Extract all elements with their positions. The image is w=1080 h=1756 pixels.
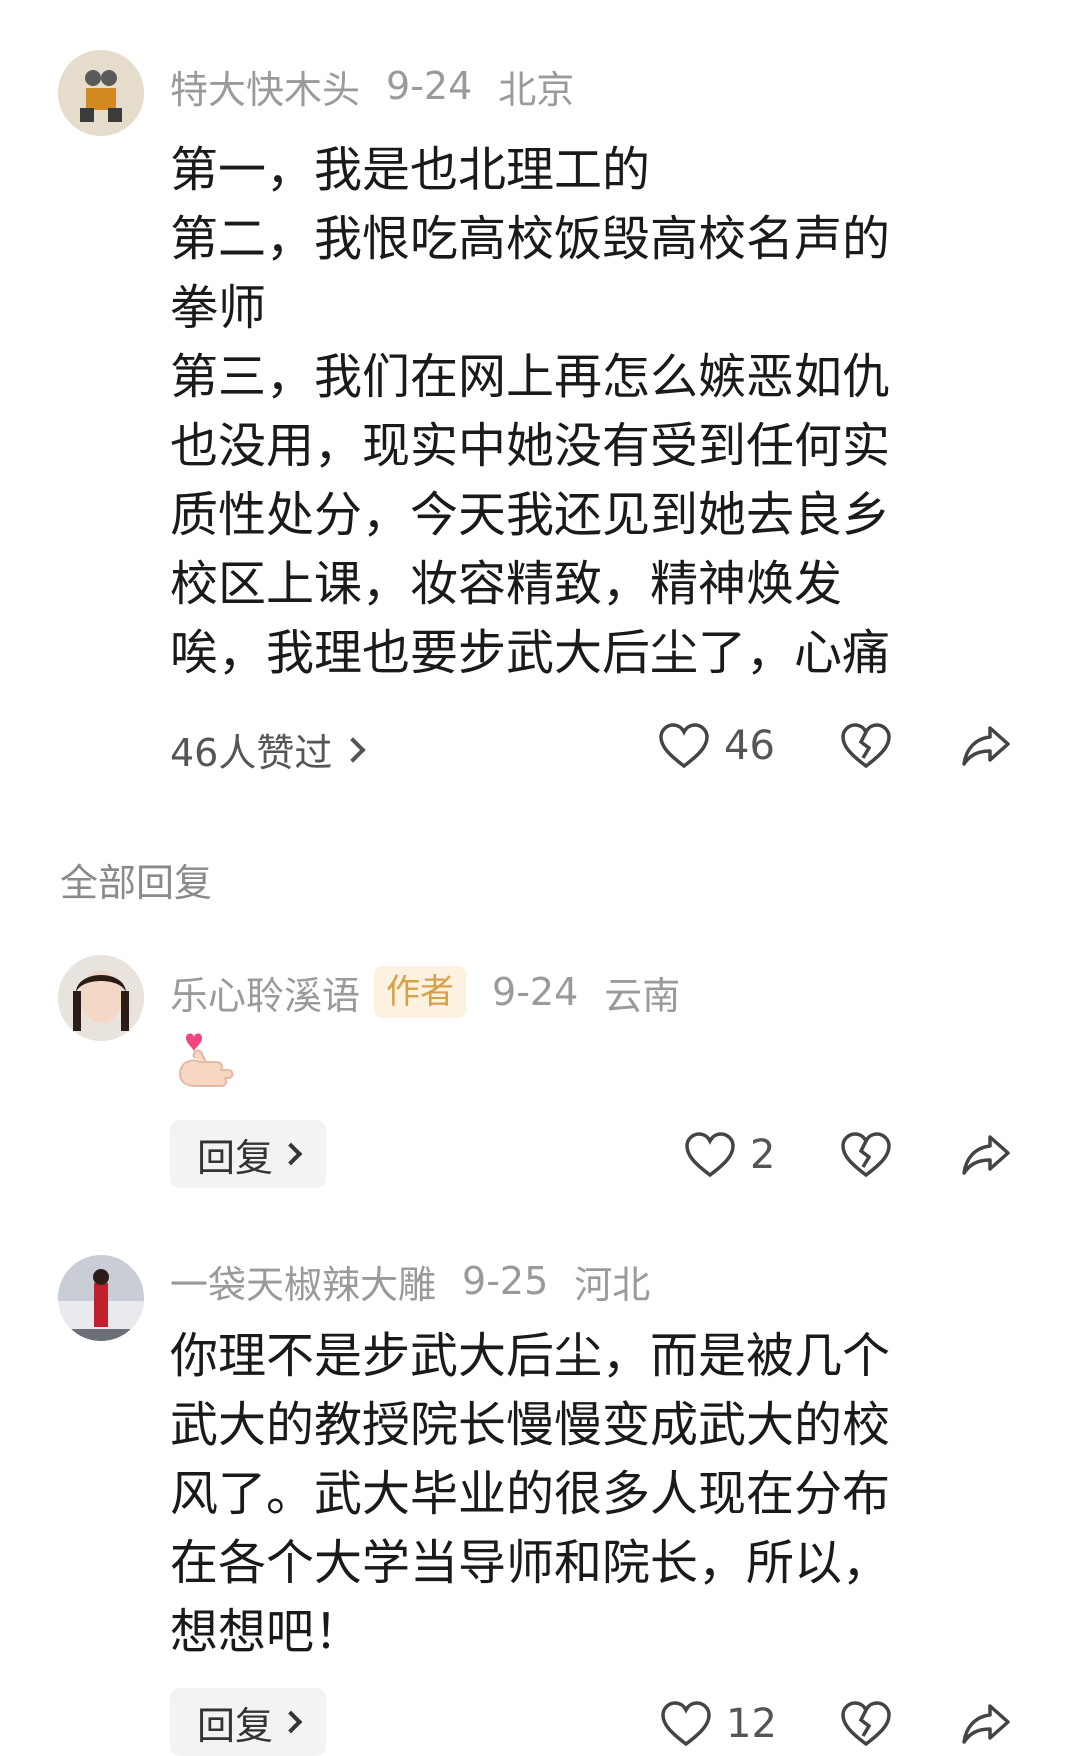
comment-line: 拳师 [170,280,267,336]
like-count: 2 [750,1132,776,1178]
comment-location: 北京 [498,67,575,112]
comment-line: 第一，我是也北理工的 [170,142,651,198]
reply-button[interactable]: 回复 [170,1688,326,1756]
username[interactable]: 特大快木头 [170,59,360,114]
comment-text: 第一，我是也北理工的 第二，我恨吃高校饭毁高校名声的 拳师 第三，我们在网上再怎… [170,136,990,688]
section-title-all-replies: 全部回复 [60,861,213,905]
comment-meta: 一袋天椒辣大雕 9-25 河北 [170,1254,651,1309]
comment-date: 9-24 [386,64,473,108]
author-badge: 作者 [374,966,467,1018]
comment-meta: 乐心聆溪语 作者 9-24 云南 [170,965,681,1020]
robot-avatar-icon [58,50,144,136]
like-count: 46 [724,723,775,769]
comment-line: 也没用，现实中她没有受到任何实 [170,418,891,474]
comment-line: 唉，我理也要步武大后尘了，心痛 [170,625,891,681]
share-arrow-icon [962,1704,1010,1744]
comment-date: 9-25 [462,1259,549,1303]
reply-button-label: 回复 [196,1703,273,1748]
share-button[interactable] [960,1131,1012,1183]
share-button[interactable] [960,1700,1012,1752]
like-count: 12 [726,1701,777,1747]
comment-line: 校区上课，妆容精致，精神焕发 [170,556,843,612]
broken-heart-icon [841,1701,891,1747]
person-avatar-icon [58,955,144,1041]
heart-outline-icon [685,1132,735,1178]
reply-button-label: 回复 [196,1135,273,1180]
likes-summary-link[interactable]: 46人赞过 [170,722,367,777]
comment-actions: 2 [650,1125,1020,1185]
comment-location: 云南 [604,973,681,1018]
comment-meta: 特大快木头 9-24 北京 [170,59,575,114]
comment-location: 河北 [574,1262,651,1307]
dislike-button[interactable] [840,1700,892,1752]
chevron-right-icon [279,1142,303,1166]
avatar[interactable] [58,50,144,136]
comment-line: 武大的教授院长慢慢变成武大的校 [170,1397,891,1453]
username[interactable]: 一袋天椒辣大雕 [170,1254,436,1309]
heart-hand-emoji-icon [170,1028,240,1098]
heart-outline-icon [659,723,709,769]
comment-line: 想想吧！ [170,1604,363,1660]
comment-line: 在各个大学当导师和院长，所以， [170,1535,891,1591]
comment-line: 第三，我们在网上再怎么嫉恶如仇 [170,349,891,405]
like-button[interactable]: 12 [660,1694,777,1754]
like-button[interactable]: 2 [684,1125,775,1185]
share-button[interactable] [960,722,1012,774]
share-arrow-icon [962,1135,1010,1175]
person-with-car-avatar-icon [58,1255,144,1341]
dislike-button[interactable] [840,1131,892,1183]
reply-button[interactable]: 回复 [170,1120,326,1188]
likes-summary-text: 46人赞过 [170,731,333,775]
avatar[interactable] [58,1255,144,1341]
dislike-button[interactable] [840,722,892,774]
share-arrow-icon [962,726,1010,766]
username[interactable]: 乐心聆溪语 [170,965,360,1020]
like-button[interactable]: 46 [658,716,775,776]
chevron-right-icon [340,736,367,763]
comment-text: 你理不是步武大后尘，而是被几个 武大的教授院长慢慢变成武大的校 风了。武大毕业的… [170,1322,990,1667]
heart-outline-icon [661,1701,711,1747]
comment-actions: 12 [650,1694,1020,1754]
comment-line: 风了。武大毕业的很多人现在分布 [170,1466,891,1522]
broken-heart-icon [841,723,891,769]
comment-line: 你理不是步武大后尘，而是被几个 [170,1328,891,1384]
avatar[interactable] [58,955,144,1041]
comment-line: 质性处分，今天我还见到她去良乡 [170,487,891,543]
chevron-right-icon [279,1710,303,1734]
broken-heart-icon [841,1132,891,1178]
comment-actions: 46 [650,716,1020,776]
comment-line: 第二，我恨吃高校饭毁高校名声的 [170,211,891,267]
comment-date: 9-24 [492,970,579,1014]
